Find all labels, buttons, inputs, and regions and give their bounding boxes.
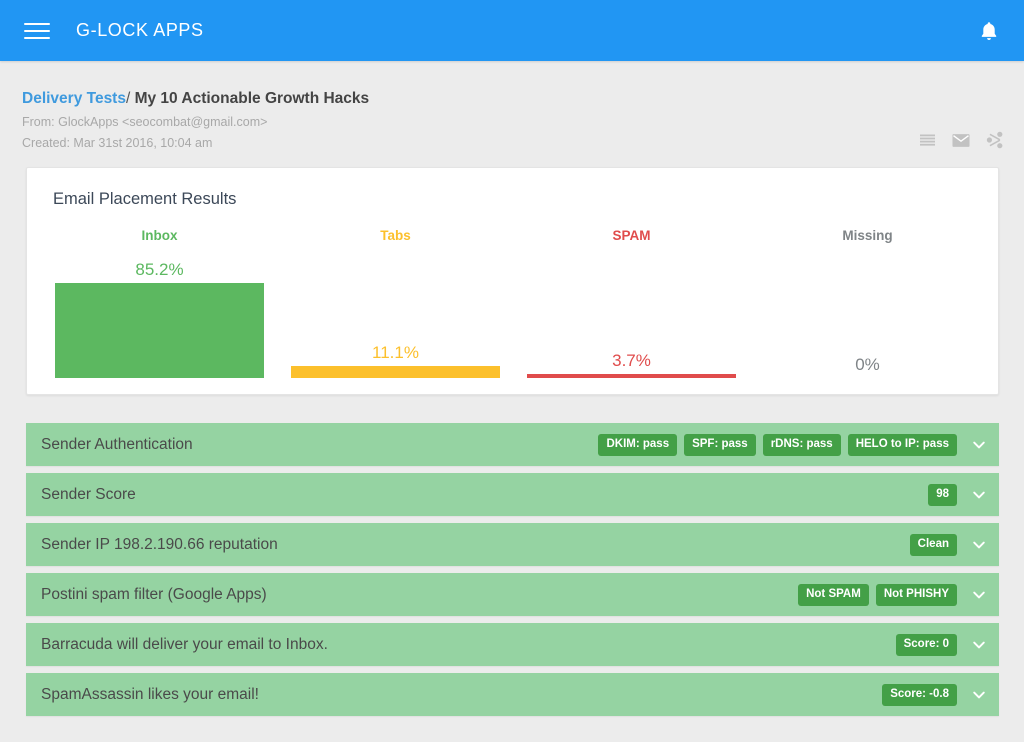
page-header: Delivery Tests/ My 10 Actionable Growth … — [0, 61, 1024, 151]
chart-category-label: Inbox — [55, 228, 264, 243]
chart-category-label: Tabs — [291, 228, 500, 243]
status-badge[interactable]: Clean — [910, 534, 957, 556]
hamburger-line — [24, 30, 50, 32]
chart-bar — [55, 283, 264, 378]
result-row-badges: DKIM: pass SPF: pass rDNS: pass HELO to IP:… — [598, 434, 957, 456]
chevron-down-icon[interactable] — [967, 533, 991, 557]
breadcrumb: Delivery Tests/ My 10 Actionable Growth … — [22, 89, 1022, 109]
status-badge[interactable]: Not SPAM — [798, 584, 869, 606]
status-badge[interactable]: HELO to IP: pass — [848, 434, 957, 456]
result-row-title: Sender Authentication — [41, 436, 598, 454]
status-badge[interactable]: DKIM: pass — [598, 434, 677, 456]
chart-bar — [527, 374, 736, 378]
status-badge[interactable]: 98 — [928, 484, 957, 506]
result-row-badges: 98 — [928, 484, 957, 506]
chevron-down-icon[interactable] — [967, 633, 991, 657]
result-row-title: SpamAssassin likes your email! — [41, 686, 882, 704]
share-icon[interactable] — [986, 131, 1004, 149]
result-row[interactable]: Barracuda will deliver your email to Inb… — [26, 623, 999, 666]
list-icon[interactable] — [918, 131, 936, 149]
card-title: Email Placement Results — [53, 190, 236, 209]
email-placement-card: Email Placement Results Inbox 85.2% Tabs 11… — [26, 167, 999, 395]
breadcrumb-link-delivery-tests[interactable]: Delivery Tests — [22, 90, 126, 107]
hamburger-icon[interactable] — [24, 21, 50, 41]
chevron-down-icon[interactable] — [967, 683, 991, 707]
app-bar: G-LOCK APPS — [0, 0, 1024, 61]
status-badge[interactable]: Score: 0 — [896, 634, 957, 656]
chart-value-label: 0% — [763, 355, 972, 375]
result-row-badges: Clean — [910, 534, 957, 556]
email-created: Created: Mar 31st 2016, 10:04 am — [22, 135, 1022, 151]
chart-column-tabs: Tabs 11.1% — [291, 228, 500, 378]
result-row[interactable]: Sender IP 198.2.190.66 reputationClean — [26, 523, 999, 566]
chevron-down-icon[interactable] — [967, 433, 991, 457]
result-row-badges: Not SPAM Not PHISHY — [798, 584, 957, 606]
result-row-badges: Score: -0.8 — [882, 684, 957, 706]
chart-category-label: Missing — [763, 228, 972, 243]
result-row[interactable]: SpamAssassin likes your email!Score: -0.… — [26, 673, 999, 716]
result-row-badges: Score: 0 — [896, 634, 957, 656]
result-row-title: Sender Score — [41, 486, 928, 504]
brand-title[interactable]: G-LOCK APPS — [76, 20, 204, 41]
status-badge[interactable]: SPF: pass — [684, 434, 756, 456]
chart-category-label: SPAM — [527, 228, 736, 243]
result-row[interactable]: Postini spam filter (Google Apps)Not SPA… — [26, 573, 999, 616]
chart-column-inbox: Inbox 85.2% — [55, 228, 264, 378]
result-row[interactable]: Sender AuthenticationDKIM: pass SPF: pass… — [26, 423, 999, 466]
status-badge[interactable]: Score: -0.8 — [882, 684, 957, 706]
chart-bar — [291, 366, 500, 378]
result-row-title: Sender IP 198.2.190.66 reputation — [41, 536, 910, 554]
chart-value-label: 11.1% — [291, 343, 500, 363]
result-row-title: Barracuda will deliver your email to Inb… — [41, 636, 896, 654]
breadcrumb-current: My 10 Actionable Growth Hacks — [135, 90, 370, 107]
chevron-down-icon[interactable] — [967, 583, 991, 607]
chevron-down-icon[interactable] — [967, 483, 991, 507]
chart-column-spam: SPAM 3.7% — [527, 228, 736, 378]
status-badge[interactable]: Not PHISHY — [876, 584, 957, 606]
result-row[interactable]: Sender Score98 — [26, 473, 999, 516]
results-list: Sender AuthenticationDKIM: pass SPF: pass… — [26, 423, 999, 716]
hamburger-line — [24, 37, 50, 39]
chart-column-missing: Missing 0% — [763, 228, 972, 378]
bell-icon[interactable] — [976, 17, 1002, 45]
header-tool-icons — [918, 131, 1004, 149]
result-row-title: Postini spam filter (Google Apps) — [41, 586, 798, 604]
chart-value-label: 3.7% — [527, 351, 736, 371]
hamburger-line — [24, 23, 50, 25]
chart-value-label: 85.2% — [55, 260, 264, 280]
email-from: From: GlockApps <seocombat@gmail.com> — [22, 114, 1022, 130]
breadcrumb-separator: / — [126, 90, 130, 107]
status-badge[interactable]: rDNS: pass — [763, 434, 841, 456]
placement-bar-chart: Inbox 85.2% Tabs 11.1% SPAM 3.7% Missing 0% — [27, 228, 998, 394]
envelope-icon[interactable] — [952, 131, 970, 149]
